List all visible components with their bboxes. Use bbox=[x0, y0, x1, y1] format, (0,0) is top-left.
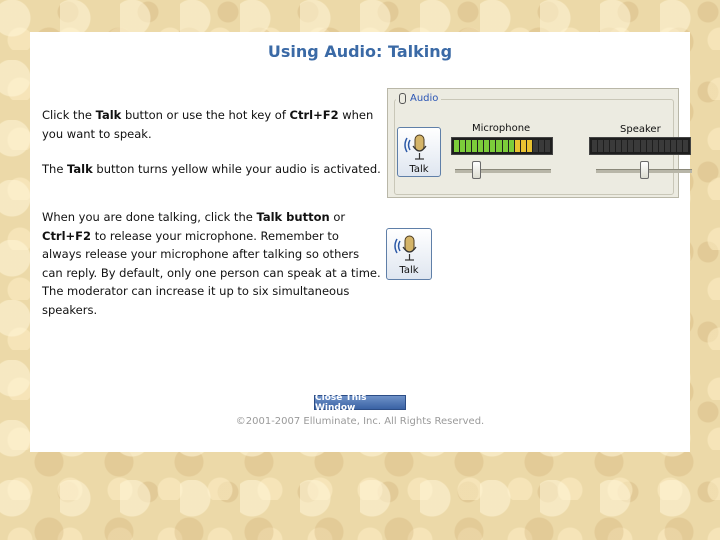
paragraph-talk-yellow: The Talk button turns yellow while your … bbox=[42, 160, 382, 179]
meter-segment bbox=[538, 140, 544, 152]
para3-bold-hotkey: Ctrl+F2 bbox=[42, 228, 92, 243]
microphone-volume-slider[interactable] bbox=[455, 161, 551, 179]
para1-text-1: Click the bbox=[42, 108, 96, 122]
meter-segment bbox=[664, 140, 670, 152]
para1-bold-hotkey: Ctrl+F2 bbox=[289, 108, 339, 122]
meter-segment bbox=[610, 140, 616, 152]
page-title: Using Audio: Talking bbox=[267, 42, 453, 61]
para2-text-1: The bbox=[42, 162, 68, 176]
speaker-level-meter bbox=[589, 137, 691, 155]
para1-bold-talk: Talk bbox=[95, 108, 122, 122]
meter-segment bbox=[526, 140, 532, 152]
meter-segment bbox=[460, 140, 466, 152]
audio-legend: Audio bbox=[396, 93, 442, 104]
meter-segment bbox=[532, 140, 538, 152]
meter-segment bbox=[496, 140, 502, 152]
speaker-label: Speaker bbox=[620, 124, 661, 135]
meter-segment bbox=[616, 140, 622, 152]
meter-segment bbox=[676, 140, 682, 152]
copyright-text: ©2001-2007 Elluminate, Inc. All Rights R… bbox=[235, 416, 485, 427]
meter-segment bbox=[484, 140, 490, 152]
microphone-label: Microphone bbox=[472, 123, 531, 134]
microphone-slider-track bbox=[455, 169, 551, 173]
para3-bold-talk: Talk button bbox=[256, 210, 330, 224]
meter-segment bbox=[544, 140, 550, 152]
meter-segment bbox=[604, 140, 610, 152]
para3-text-3: to release your microphone. Remember to … bbox=[42, 228, 381, 317]
meter-segment bbox=[598, 140, 604, 152]
paragraph-talk-hotkey: Click the Talk button or use the hot key… bbox=[42, 106, 382, 143]
speaker-slider-thumb[interactable] bbox=[640, 161, 649, 179]
microphone-level-meter bbox=[451, 137, 553, 155]
meter-segment bbox=[508, 140, 514, 152]
meter-segment bbox=[514, 140, 520, 152]
meter-segment bbox=[490, 140, 496, 152]
talking-microphone-icon bbox=[404, 134, 427, 160]
meter-segment bbox=[634, 140, 640, 152]
para2-bold-talk: Talk bbox=[67, 162, 93, 176]
meter-segment bbox=[670, 140, 676, 152]
microphone-slider-thumb[interactable] bbox=[472, 161, 481, 179]
meter-segment bbox=[658, 140, 664, 152]
meter-segment bbox=[478, 140, 484, 152]
meter-segment bbox=[640, 140, 646, 152]
meter-segment bbox=[454, 140, 460, 152]
para3-text-2: or bbox=[329, 210, 346, 224]
meter-segment bbox=[652, 140, 658, 152]
close-window-button[interactable]: Close This Window bbox=[314, 393, 406, 413]
audio-talk-button[interactable]: Talk bbox=[397, 127, 441, 177]
meter-segment bbox=[466, 140, 472, 152]
meter-segment bbox=[682, 140, 688, 152]
meter-segment bbox=[622, 140, 628, 152]
para3-text-1: When you are done talking, click the bbox=[42, 210, 257, 224]
paragraph-release-mic: When you are done talking, click the Tal… bbox=[42, 208, 382, 319]
meter-segment bbox=[472, 140, 478, 152]
content-panel: Using Audio: Talking Click the Talk butt… bbox=[30, 32, 692, 452]
audio-talk-label: Talk bbox=[409, 164, 429, 175]
audio-panel: Audio Talk Microphone Speaker bbox=[387, 88, 692, 198]
para2-text-2: button turns yellow while your audio is … bbox=[92, 162, 381, 176]
meter-segment bbox=[502, 140, 508, 152]
meter-segment bbox=[520, 140, 526, 152]
meter-segment bbox=[628, 140, 634, 152]
meter-segment bbox=[592, 140, 598, 152]
talk-button-label: Talk bbox=[399, 265, 419, 276]
talk-button-example[interactable]: Talk bbox=[386, 228, 432, 280]
talking-microphone-icon bbox=[394, 235, 417, 261]
microphone-icon bbox=[399, 93, 406, 104]
speaker-volume-slider[interactable] bbox=[596, 161, 692, 179]
para1-text-2: button or use the hot key of bbox=[121, 108, 290, 122]
audio-legend-label: Audio bbox=[410, 93, 439, 104]
meter-segment bbox=[646, 140, 652, 152]
